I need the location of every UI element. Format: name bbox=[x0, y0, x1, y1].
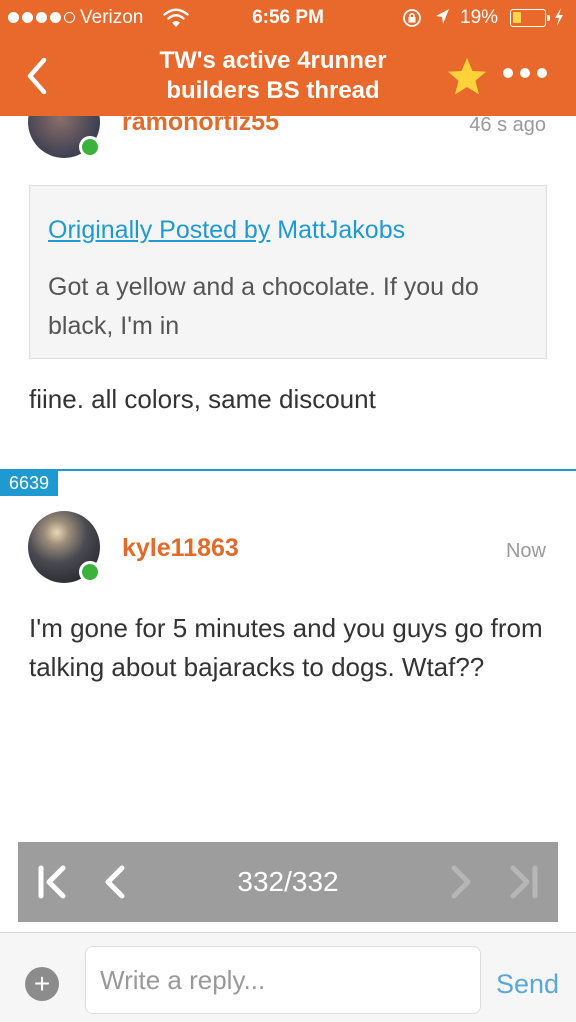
thread-title: TW's active 4runner builders BS thread bbox=[159, 47, 387, 104]
reply-input[interactable] bbox=[85, 946, 481, 1014]
post-number-badge: 6639 bbox=[0, 471, 58, 496]
send-button[interactable]: Send bbox=[496, 969, 559, 1000]
more-options-icon[interactable] bbox=[503, 68, 547, 78]
app-header: Verizon 6:56 PM 19% TW's active 4runner … bbox=[0, 0, 576, 116]
quote-block: Originally Posted by MattJakobs Got a ye… bbox=[29, 185, 547, 359]
last-page-icon[interactable] bbox=[506, 864, 540, 900]
battery-percentage: 19% bbox=[460, 7, 499, 28]
post-body: I'm gone for 5 minutes and you guys go f… bbox=[29, 613, 543, 682]
post-timestamp: 46 s ago bbox=[469, 114, 546, 136]
post-divider bbox=[0, 469, 576, 471]
quote-attribution: Originally Posted by MattJakobs bbox=[48, 216, 405, 245]
online-status-dot bbox=[79, 136, 101, 158]
post-timestamp: Now bbox=[505, 540, 546, 562]
add-attachment-icon[interactable]: + bbox=[25, 967, 59, 1001]
quote-author: MattJakobs bbox=[277, 216, 406, 244]
quote-source-link[interactable]: Originally Posted by bbox=[48, 216, 270, 244]
location-arrow-icon bbox=[436, 9, 449, 24]
post-username[interactable]: kyle11863 bbox=[122, 534, 239, 563]
favorite-star-icon[interactable] bbox=[445, 56, 489, 98]
battery-icon bbox=[510, 9, 550, 27]
charging-bolt-icon bbox=[555, 8, 563, 26]
reply-bar: + Send bbox=[0, 932, 576, 1022]
online-status-dot bbox=[79, 561, 101, 583]
rotation-lock-icon bbox=[403, 9, 421, 27]
page-counter: 332/332 bbox=[237, 866, 339, 897]
post-body: fiine. all colors, same discount bbox=[29, 384, 376, 414]
status-bar: Verizon 6:56 PM 19% bbox=[0, 0, 576, 36]
quote-text: Got a yellow and a chocolate. If you do … bbox=[48, 273, 479, 340]
back-chevron-icon[interactable] bbox=[20, 54, 54, 98]
next-page-icon[interactable] bbox=[448, 864, 474, 900]
page-navigator: 332/332 bbox=[18, 842, 558, 922]
